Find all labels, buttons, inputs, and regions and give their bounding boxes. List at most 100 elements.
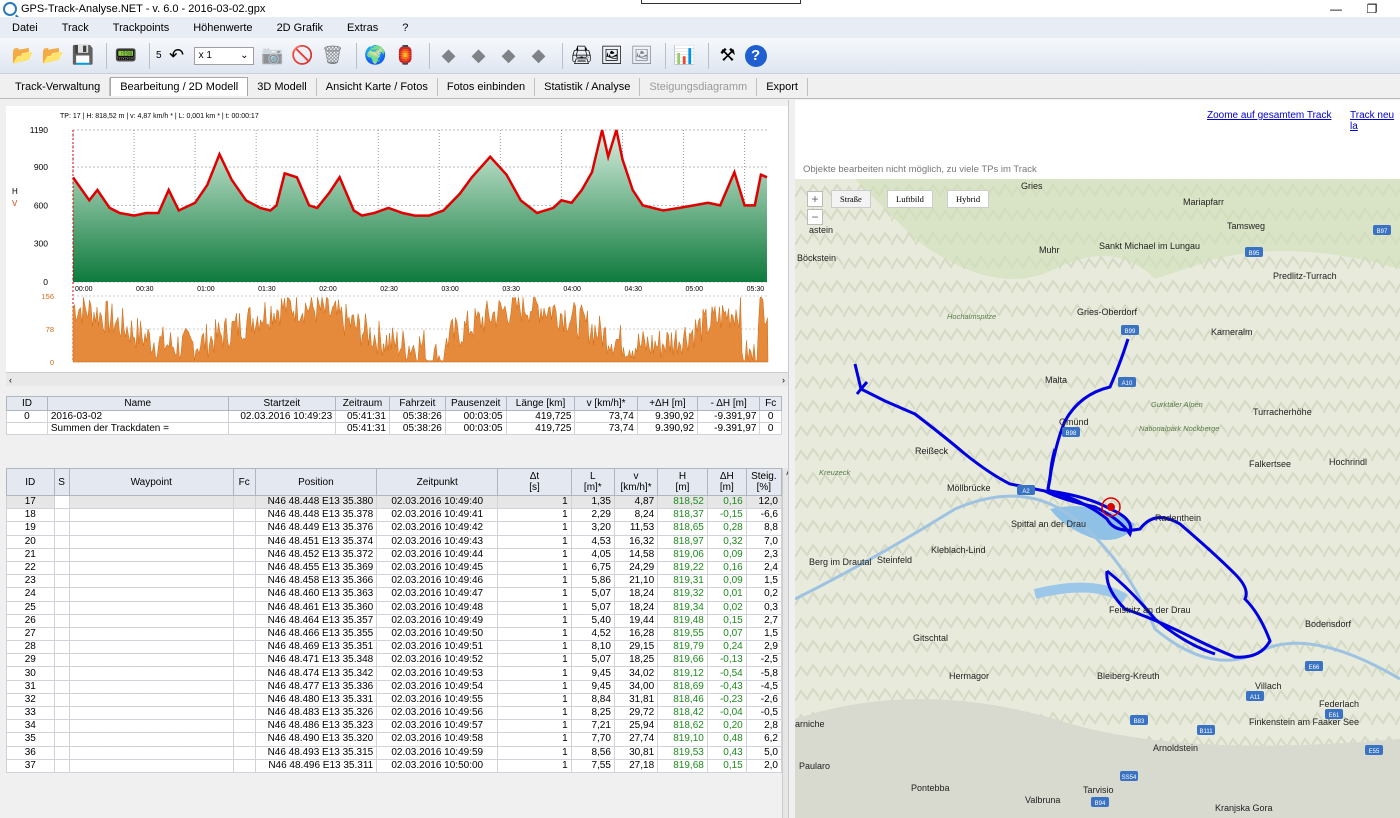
th-v[interactable]: v [km/h]* — [613, 468, 659, 496]
eraser-icon-2[interactable]: ◆ — [466, 43, 492, 69]
th-dh[interactable]: ΔH [m] — [706, 468, 747, 496]
table-row[interactable]: 22 N46 48.455 E13 35.369 02.03.2016 10:49:… — [6, 560, 783, 576]
cell-s[interactable] — [53, 494, 70, 510]
table-row[interactable]: 0 2016-03-02 02.03.2016 10:49:23 05:41:3… — [6, 410, 782, 423]
cell-s[interactable] — [53, 534, 70, 549]
th-h[interactable]: H [m] — [657, 468, 708, 496]
table-row[interactable]: 35 N46 48.490 E13 35.320 02.03.2016 10:49:… — [6, 732, 783, 747]
lantern-icon[interactable]: 🏮 — [393, 43, 419, 69]
table-row[interactable]: 33 N46 48.483 E13 35.326 02.03.2016 10:49:… — [6, 705, 783, 721]
cell-s[interactable] — [53, 745, 70, 760]
th-laenge[interactable]: Länge [km] — [505, 396, 576, 411]
th-zeitpunkt[interactable]: Zeitpunkt — [376, 468, 499, 496]
undo-icon[interactable]: ↶ — [164, 43, 190, 69]
photo-export-icon[interactable]: 🖼 — [599, 43, 625, 69]
menu-hoehenwerte[interactable]: Höhenwerte — [181, 22, 264, 34]
th-steig[interactable]: Steig. [%] — [745, 468, 783, 496]
menu-trackpoints[interactable]: Trackpoints — [101, 22, 181, 34]
eraser-icon-3[interactable]: ◆ — [496, 43, 522, 69]
cell-s[interactable] — [53, 600, 70, 615]
cell-s[interactable] — [53, 574, 70, 589]
tab-export[interactable]: Export — [757, 77, 808, 96]
table-row[interactable]: 20 N46 48.451 E13 35.374 02.03.2016 10:49:… — [6, 534, 783, 549]
table-row[interactable]: 29 N46 48.471 E13 35.348 02.03.2016 10:49:… — [6, 653, 783, 668]
cell-s[interactable] — [53, 587, 70, 602]
tab-bearbeitung[interactable]: Bearbeitung / 2D Modell — [110, 77, 249, 96]
th-zeitraum[interactable]: Zeitraum — [335, 396, 390, 411]
cell-s[interactable] — [53, 508, 70, 523]
tools-icon[interactable]: ⚒ — [715, 43, 741, 69]
scroll-left-icon[interactable]: ‹ — [9, 375, 12, 385]
th-id[interactable]: ID — [6, 396, 48, 411]
tab-track-verwaltung[interactable]: Track-Verwaltung — [6, 77, 111, 96]
th-startzeit[interactable]: Startzeit — [227, 396, 337, 411]
cell-s[interactable] — [53, 640, 70, 655]
zoom-to-track-link[interactable]: Zoome auf gesamtem Track — [1207, 110, 1332, 121]
gps-device-icon[interactable]: 📟 — [113, 43, 139, 69]
table-row[interactable]: 17 N46 48.448 E13 35.380 02.03.2016 10:49:… — [6, 494, 783, 510]
save-icon[interactable]: 💾 — [70, 43, 96, 69]
table-row[interactable]: 19 N46 48.449 E13 35.376 02.03.2016 10:49:… — [6, 521, 783, 536]
table-row[interactable]: 24 N46 48.460 E13 35.363 02.03.2016 10:49:… — [6, 587, 783, 602]
scroll-right-icon[interactable]: › — [782, 375, 785, 385]
table-row[interactable]: 23 N46 48.458 E13 35.366 02.03.2016 10:49:… — [6, 574, 783, 589]
cell-s[interactable] — [53, 521, 70, 536]
open-recent-folder-icon[interactable]: 📂 — [40, 43, 66, 69]
trash-icon[interactable]: 🗑 — [320, 43, 346, 69]
printer-icon[interactable]: 🖨 — [569, 43, 595, 69]
globe-icon[interactable]: 🌍 — [363, 43, 389, 69]
table-row[interactable]: 31 N46 48.477 E13 35.336 02.03.2016 10:49:… — [6, 679, 783, 694]
cell-s[interactable] — [53, 692, 70, 708]
menu-track[interactable]: Track — [50, 22, 101, 34]
profile-chart-svg[interactable]: TP: 17 | H: 818,52 m | v: 4,87 km/h * | … — [6, 106, 788, 374]
th-name[interactable]: Name — [46, 396, 229, 411]
map-type-strasse[interactable]: Straße — [831, 190, 871, 208]
cell-s[interactable] — [53, 626, 70, 642]
cell-s[interactable] — [53, 705, 70, 721]
minimize-button[interactable]: — — [1322, 0, 1350, 17]
no-edit-icon[interactable]: 🚫 — [290, 43, 316, 69]
th-fc[interactable]: Fc — [232, 468, 256, 496]
map-type-luftbild[interactable]: Luftbild — [887, 190, 933, 208]
table-row[interactable]: 28 N46 48.469 E13 35.351 02.03.2016 10:49:… — [6, 640, 783, 655]
th-minus-dh[interactable]: - ΔH [m] — [697, 396, 761, 411]
cell-s[interactable] — [53, 547, 70, 562]
eraser-icon-4[interactable]: ◆ — [526, 43, 552, 69]
table-row[interactable]: 27 N46 48.466 E13 35.355 02.03.2016 10:49:… — [6, 626, 783, 642]
table-row[interactable]: 26 N46 48.464 E13 35.357 02.03.2016 10:49:… — [6, 613, 783, 628]
table-row[interactable]: 34 N46 48.486 E13 35.323 02.03.2016 10:49:… — [6, 719, 783, 734]
eraser-icon-1[interactable]: ◆ — [436, 43, 462, 69]
profile-chart[interactable]: TP: 17 | H: 818,52 m | v: 4,87 km/h * | … — [6, 106, 788, 374]
th-fc[interactable]: Fc — [759, 396, 782, 411]
th-pausenzeit[interactable]: Pausenzeit — [444, 396, 507, 411]
map-type-hybrid[interactable]: Hybrid — [947, 190, 990, 208]
zoom-in-button[interactable]: + — [807, 191, 823, 207]
cell-s[interactable] — [53, 666, 70, 681]
table-row[interactable]: 18 N46 48.448 E13 35.378 02.03.2016 10:49:… — [6, 508, 783, 523]
th-l[interactable]: L [m]* — [570, 468, 615, 496]
tab-fotos-einbinden[interactable]: Fotos einbinden — [438, 77, 536, 96]
tab-3d-modell[interactable]: 3D Modell — [248, 77, 317, 96]
table-row[interactable]: 25 N46 48.461 E13 35.360 02.03.2016 10:49:… — [6, 600, 783, 615]
cell-s[interactable] — [53, 613, 70, 628]
photo-icon[interactable]: 🖼 — [629, 43, 655, 69]
reload-track-link[interactable]: Track neu la — [1350, 110, 1400, 132]
chart-icon[interactable]: 📊 — [672, 43, 698, 69]
map-svg[interactable]: Mariapfarr Tamsweg Muhr Sankt Michael im Lu… — [795, 179, 1400, 818]
cell-s[interactable] — [53, 719, 70, 734]
cell-s[interactable] — [53, 758, 70, 773]
table-row[interactable]: 30 N46 48.474 E13 35.342 02.03.2016 10:49:… — [6, 666, 783, 681]
menu-2d-grafik[interactable]: 2D Grafik — [265, 22, 335, 34]
table-row[interactable]: 36 N46 48.493 E13 35.315 02.03.2016 10:49:… — [6, 745, 783, 760]
th-v[interactable]: v [km/h]* — [574, 396, 638, 411]
th-waypoint[interactable]: Waypoint — [68, 468, 234, 496]
cell-s[interactable] — [53, 560, 70, 576]
tab-statistik[interactable]: Statistik / Analyse — [535, 77, 641, 96]
cell-s[interactable] — [53, 679, 70, 694]
menu-extras[interactable]: Extras — [335, 22, 390, 34]
map-view[interactable]: Mariapfarr Tamsweg Muhr Sankt Michael im Lu… — [795, 179, 1400, 818]
table-row[interactable]: 37 N46 48.496 E13 35.311 02.03.2016 10:50:… — [6, 758, 783, 773]
menu-help[interactable]: ? — [390, 22, 420, 34]
table-row[interactable]: 21 N46 48.452 E13 35.372 02.03.2016 10:49:… — [6, 547, 783, 562]
restore-button[interactable]: ❐ — [1358, 0, 1386, 17]
